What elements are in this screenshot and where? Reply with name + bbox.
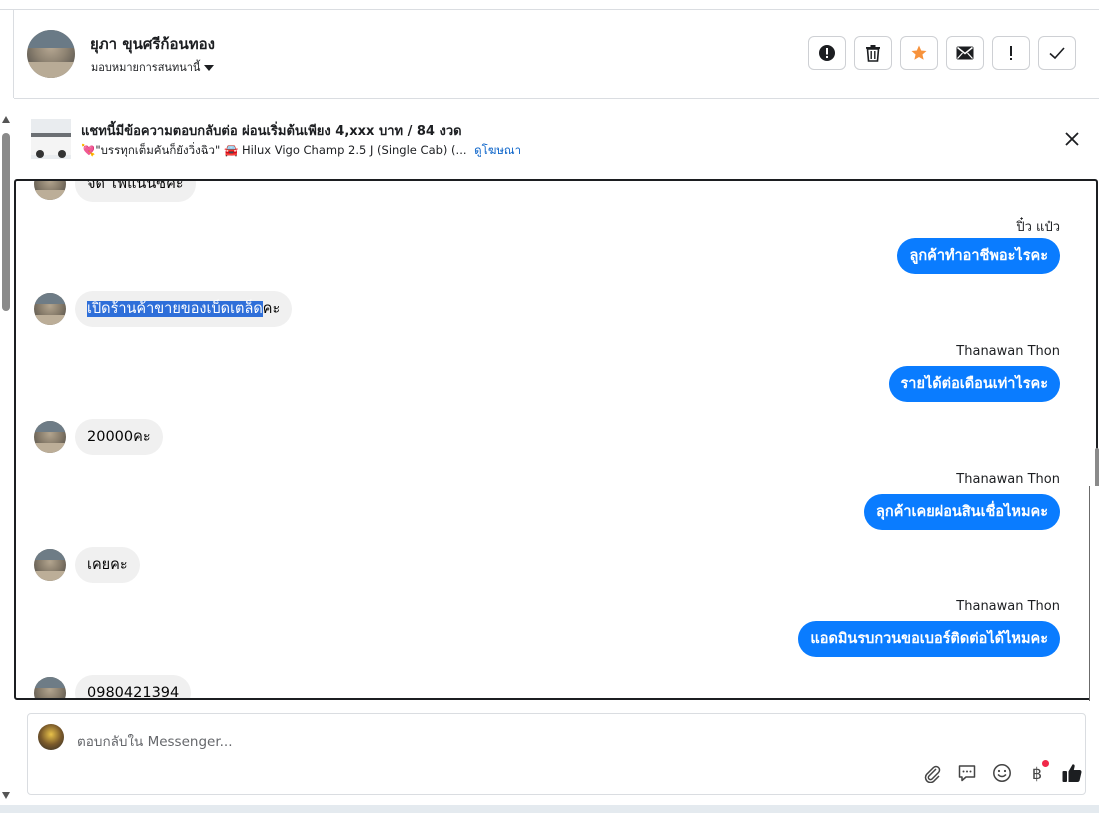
right-side-panel-edge xyxy=(1089,486,1099,701)
sender-name: Thanawan Thon xyxy=(956,599,1060,614)
message-thread[interactable]: จัด ไฟแนนซ์คะ ปิ๋ว แป๋ว ลูกค้าทำอาชีพอะไ… xyxy=(14,179,1098,700)
outgoing-bubble[interactable]: แอดมินรบกวนขอเบอร์ติดต่อได้ไหมคะ xyxy=(798,621,1060,657)
baht-icon: ฿ xyxy=(1031,763,1043,783)
contact-name[interactable]: ยุภา ขุนศรีก้อนทอง xyxy=(90,32,215,56)
conversation-header: ยุภา ขุนศรีก้อนทอง มอบหมายการสนทนานี้ xyxy=(14,10,1099,99)
mark-done-button[interactable] xyxy=(1038,36,1076,70)
page-avatar xyxy=(38,724,64,750)
right-scrollbar-thumb[interactable] xyxy=(1095,448,1099,488)
alert-circle-icon xyxy=(819,45,835,61)
sender-name: Thanawan Thon xyxy=(956,344,1060,359)
exclamation-icon xyxy=(1010,46,1012,60)
emoji-button[interactable] xyxy=(991,762,1013,784)
check-icon xyxy=(1049,47,1065,60)
payment-button[interactable]: ฿ xyxy=(1026,760,1049,784)
reply-composer[interactable]: ตอบกลับใน Messenger... ฿ xyxy=(27,713,1086,795)
assign-conversation-dropdown[interactable]: มอบหมายการสนทนานี้ xyxy=(91,58,215,76)
attach-file-button[interactable] xyxy=(921,762,943,784)
incoming-message: จัด ไฟแนนซ์คะ xyxy=(34,181,196,202)
contact-avatar-small xyxy=(34,549,66,581)
incoming-bubble[interactable]: เคยคะ xyxy=(75,547,140,583)
mark-unread-button[interactable] xyxy=(946,36,984,70)
incoming-message: 20000คะ xyxy=(34,419,163,455)
ad-reply-banner: แชทนี้มีข้อความตอบกลับต่อ ผ่อนเริ่มต้นเพ… xyxy=(14,99,1099,179)
outgoing-bubble[interactable]: ลุกค้าเคยผ่อนสินเชื่อไหมคะ xyxy=(864,494,1060,530)
incoming-message: เคยคะ xyxy=(34,547,140,583)
incoming-bubble[interactable]: เปิดร้านค้าขายของเบ็ดเตล็ดคะ xyxy=(75,291,293,327)
outgoing-bubble[interactable]: รายได้ต่อเดือนเท่าไรคะ xyxy=(888,366,1060,402)
header-actions xyxy=(808,36,1076,70)
saved-reply-button[interactable] xyxy=(956,762,978,784)
contact-avatar[interactable] xyxy=(27,30,75,78)
follow-up-button[interactable] xyxy=(992,36,1030,70)
delete-button[interactable] xyxy=(854,36,892,70)
bottom-strip xyxy=(0,805,1099,813)
paperclip-icon xyxy=(924,765,941,783)
reply-input[interactable]: ตอบกลับใน Messenger... xyxy=(77,730,233,752)
scrollbar-thumb[interactable] xyxy=(2,133,10,311)
star-icon xyxy=(911,45,927,60)
selected-text: เปิดร้านค้าขายของเบ็ดเตล็ด xyxy=(87,301,263,317)
composer-toolbar: ฿ xyxy=(921,760,1083,784)
scroll-down-arrow[interactable] xyxy=(2,792,10,799)
incoming-bubble[interactable]: จัด ไฟแนนซ์คะ xyxy=(75,181,196,202)
ad-thumbnail[interactable] xyxy=(31,119,71,159)
scroll-up-arrow[interactable] xyxy=(2,116,10,123)
outgoing-bubble[interactable]: ลูกค้าทำอาชีพอะไรคะ xyxy=(897,238,1060,274)
sender-name: Thanawan Thon xyxy=(956,472,1060,487)
thumbs-up-icon xyxy=(1062,764,1082,782)
contact-avatar-small xyxy=(34,293,66,325)
incoming-message: เปิดร้านค้าขายของเบ็ดเตล็ดคะ xyxy=(34,291,293,327)
mail-icon xyxy=(956,46,974,60)
close-icon[interactable] xyxy=(1064,131,1080,147)
like-button[interactable] xyxy=(1061,762,1083,784)
assign-label: มอบหมายการสนทนานี้ xyxy=(91,61,201,74)
message-text: คะ xyxy=(262,301,281,317)
star-button[interactable] xyxy=(900,36,938,70)
ad-description: 💘"บรรทุกเต็มคันก็ยังวิ่งฉิว" 🚘 Hilux Vig… xyxy=(81,143,467,157)
contact-avatar-small xyxy=(34,421,66,453)
mark-spam-button[interactable] xyxy=(808,36,846,70)
notification-dot xyxy=(1042,760,1049,767)
ad-banner-subtitle: 💘"บรรทุกเต็มคันก็ยังวิ่งฉิว" 🚘 Hilux Vig… xyxy=(81,142,521,160)
incoming-message: 0980421394 xyxy=(34,675,192,698)
incoming-bubble[interactable]: 20000คะ xyxy=(75,419,163,455)
contact-avatar-small xyxy=(34,677,66,698)
emoji-icon xyxy=(993,764,1011,782)
view-ad-link[interactable]: ดูโฆษณา xyxy=(474,143,521,157)
sender-name: ปิ๋ว แป๋ว xyxy=(1016,220,1060,235)
incoming-bubble[interactable]: 0980421394 xyxy=(75,675,192,698)
saved-reply-icon xyxy=(958,765,976,782)
trash-icon xyxy=(866,45,880,62)
contact-avatar-small xyxy=(34,181,66,200)
ad-banner-title: แชทนี้มีข้อความตอบกลับต่อ ผ่อนเริ่มต้นเพ… xyxy=(81,124,462,139)
caret-down-icon xyxy=(204,65,215,71)
